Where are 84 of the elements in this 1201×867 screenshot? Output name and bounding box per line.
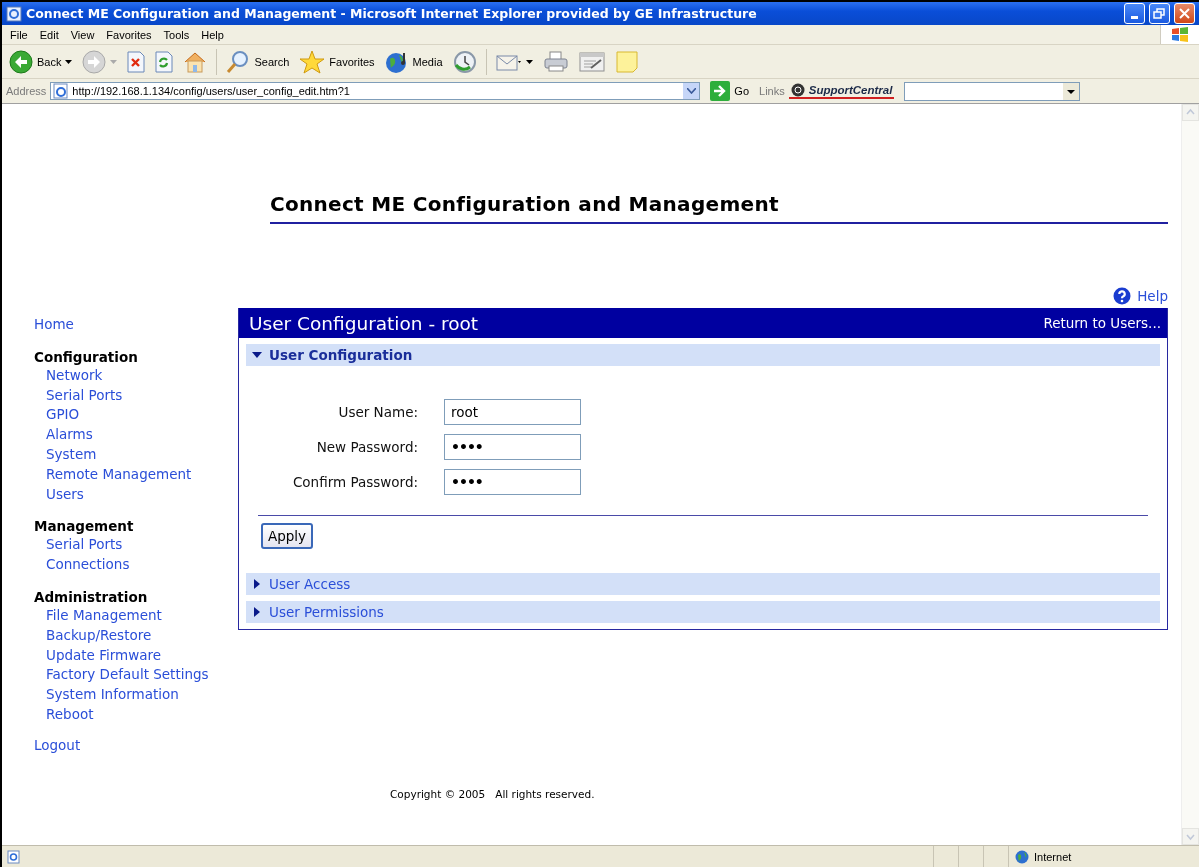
dropdown-icon: [686, 88, 696, 94]
star-icon: [299, 49, 326, 74]
history-icon: [452, 49, 477, 74]
edit-icon: [578, 50, 605, 73]
nav-link[interactable]: Update Firmware: [34, 645, 238, 666]
password-field[interactable]: ••••: [444, 469, 581, 495]
triangle-down-icon: [252, 350, 262, 360]
windows-flag-icon: [1171, 26, 1189, 43]
nav-heading: Administration: [34, 587, 149, 606]
maximize-button[interactable]: [1149, 3, 1170, 24]
page-heading: Connect ME Configuration and Management: [270, 192, 779, 216]
go-button[interactable]: Go: [704, 81, 756, 101]
page-icon: [53, 83, 70, 99]
triangle-right-icon: [252, 579, 262, 589]
logo-icon: [790, 83, 805, 97]
links-dropdown[interactable]: [904, 81, 1081, 101]
nav-link[interactable]: Factory Default Settings: [34, 665, 238, 686]
menu-item[interactable]: Tools: [157, 28, 196, 41]
minimize-icon: [1131, 16, 1138, 19]
field-label: New Password:: [315, 439, 418, 455]
zone-label: Internet: [1034, 850, 1072, 863]
field-label: Confirm Password:: [291, 474, 418, 490]
section-header[interactable]: User Configuration: [246, 344, 1160, 366]
help-link[interactable]: Help: [1113, 287, 1168, 305]
apply-button[interactable]: Apply: [261, 523, 314, 549]
caret-icon: [525, 59, 533, 64]
menu-item[interactable]: View: [64, 28, 101, 41]
nav-heading: Management: [34, 517, 135, 536]
section-header[interactable]: User Access: [246, 573, 1160, 595]
nav-link[interactable]: Serial Ports: [34, 385, 238, 406]
nav-link[interactable]: Backup/Restore: [34, 625, 238, 646]
stop-icon: [127, 50, 146, 73]
nav-link[interactable]: Reboot: [34, 704, 238, 725]
address-label: Address: [6, 85, 47, 97]
menu-item[interactable]: Edit: [33, 28, 65, 41]
maximize-icon: [1153, 7, 1166, 20]
media-button[interactable]: Media: [381, 47, 446, 76]
page-icon: [7, 849, 21, 864]
help-icon: [1113, 287, 1132, 305]
nav-link[interactable]: File Management: [34, 605, 238, 626]
search-button[interactable]: Search: [223, 47, 293, 76]
dropdown-icon: [1063, 82, 1080, 100]
nav-link[interactable]: Logout: [34, 735, 238, 756]
nav-link[interactable]: Alarms: [34, 425, 238, 445]
links-label: Links: [759, 85, 785, 97]
triangle-right-icon: [252, 607, 262, 617]
close-button[interactable]: [1174, 3, 1195, 24]
caret-icon: [65, 59, 73, 64]
section-header[interactable]: User Permissions: [246, 601, 1160, 623]
nav-heading: Configuration: [34, 347, 139, 366]
menu-item[interactable]: File: [4, 28, 34, 41]
panel-title: User Configuration - root: [249, 312, 479, 334]
minimize-button[interactable]: [1124, 3, 1145, 24]
menu-item[interactable]: Favorites: [100, 28, 158, 41]
nav-link[interactable]: Users: [34, 484, 238, 505]
back-icon: [9, 49, 33, 74]
app-icon: [6, 5, 22, 22]
password-field[interactable]: ••••: [444, 434, 581, 460]
support-link[interactable]: SupportCentral: [788, 83, 895, 99]
text-field[interactable]: root: [444, 399, 581, 425]
nav-link[interactable]: System Information: [34, 685, 238, 705]
refresh-icon: [155, 50, 174, 73]
back-button[interactable]: Back: [6, 47, 76, 76]
return-link[interactable]: Return to Users...: [1043, 315, 1161, 331]
window-title: Connect ME Configuration and Management - Microsoft Internet Explorer provided by GE Infrastructure: [26, 6, 758, 21]
nav-link[interactable]: GPIO: [34, 405, 238, 426]
nav-link[interactable]: Serial Ports: [34, 535, 238, 556]
nav-link[interactable]: Remote Management: [34, 464, 238, 485]
nav-link[interactable]: Connections: [34, 555, 238, 575]
nav-link[interactable]: Home: [34, 315, 238, 335]
note-icon: [614, 49, 639, 74]
caret-icon: [110, 59, 118, 64]
menu-item[interactable]: Help: [195, 28, 230, 41]
favorites-button[interactable]: Favorites: [296, 47, 378, 76]
nav-link[interactable]: Network: [34, 365, 238, 386]
printer-icon: [542, 49, 569, 74]
nav-link[interactable]: System: [34, 445, 238, 465]
address-field[interactable]: http://192.168.1.134/config/users/user_config_edit.htm?1: [50, 82, 701, 100]
forward-icon: [82, 49, 107, 74]
globe-icon: [1015, 849, 1029, 864]
copyright-text: Copyright © 2005 All rights reserved.: [390, 787, 595, 800]
search-icon: [226, 49, 251, 74]
field-label: User Name:: [337, 404, 418, 420]
close-icon: [1178, 7, 1191, 20]
